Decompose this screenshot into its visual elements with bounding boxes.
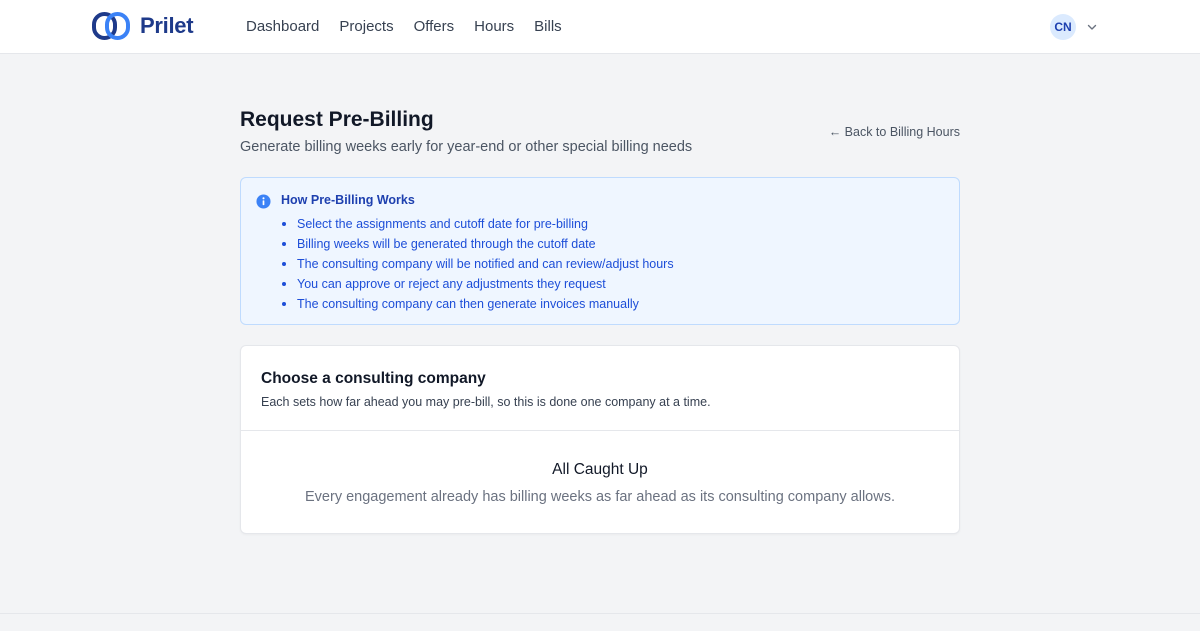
card-description: Each sets how far ahead you may pre-bill… [261, 395, 711, 409]
list-item: The consulting company can then generate… [281, 294, 674, 314]
top-navigation-bar: Prilet Dashboard Projects Offers Hours B… [0, 0, 1200, 54]
list-item: Select the assignments and cutoff date f… [281, 214, 674, 234]
user-menu[interactable]: CN [1050, 14, 1098, 40]
nav-item-hours[interactable]: Hours [474, 18, 514, 35]
divider [241, 430, 959, 431]
info-box-list: Select the assignments and cutoff date f… [281, 214, 674, 314]
avatar: CN [1050, 14, 1076, 40]
nav-item-dashboard[interactable]: Dashboard [246, 18, 319, 35]
back-to-billing-hours-link[interactable]: ← Back to Billing Hours [829, 125, 960, 139]
info-icon [256, 194, 271, 209]
chevron-down-icon [1087, 24, 1097, 30]
empty-state-description: Every engagement already has billing wee… [305, 489, 895, 505]
page-title: Request Pre-Billing [240, 108, 434, 131]
main-nav: Dashboard Projects Offers Hours Bills [246, 18, 562, 35]
pre-billing-info-box: How Pre-Billing Works Select the assignm… [240, 177, 960, 325]
list-item: You can approve or reject any adjustment… [281, 274, 674, 294]
nav-item-bills[interactable]: Bills [534, 18, 562, 35]
nav-item-projects[interactable]: Projects [339, 18, 393, 35]
list-item: Billing weeks will be generated through … [281, 234, 674, 254]
consulting-company-card: Choose a consulting company Each sets ho… [240, 345, 960, 534]
list-item: The consulting company will be notified … [281, 254, 674, 274]
brand-logo[interactable]: Prilet [92, 11, 194, 41]
card-title: Choose a consulting company [261, 370, 486, 387]
linked-rings-logo-icon [92, 12, 130, 40]
info-box-title: How Pre-Billing Works [281, 193, 415, 207]
empty-state-title: All Caught Up [552, 461, 648, 478]
nav-item-offers[interactable]: Offers [414, 18, 455, 35]
brand-name: Prilet [140, 13, 194, 38]
footer-divider [0, 613, 1200, 614]
page-subtitle: Generate billing weeks early for year-en… [240, 139, 693, 155]
